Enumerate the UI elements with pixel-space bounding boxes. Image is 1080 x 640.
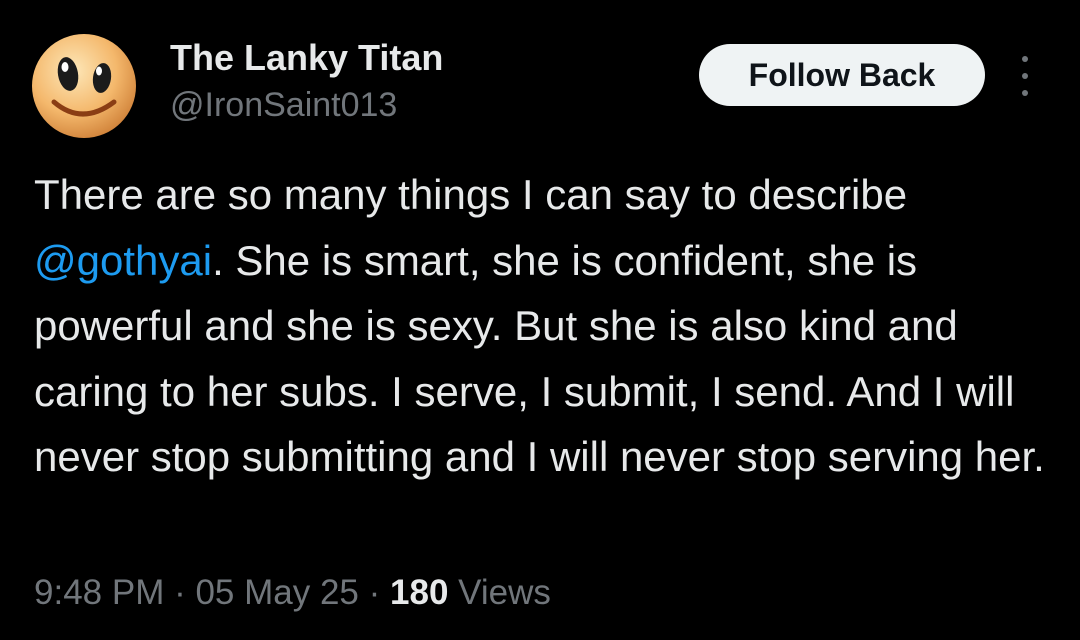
tweet-text-before-mention: There are so many things I can say to de… [34,171,908,218]
menu-dot [1022,90,1028,96]
meta-separator: · [164,573,196,612]
views-label: Views [458,573,551,612]
views-count: 180 [390,573,449,612]
menu-dot [1022,56,1028,62]
meta-separator: · [358,573,391,612]
tweet-date[interactable]: 05 May 25 [195,573,358,612]
author-display-name[interactable]: The Lanky Titan [170,36,443,80]
author-handle[interactable]: @IronSaint013 [170,84,397,126]
mention-link[interactable]: @gothyai [34,237,212,284]
tweet-time[interactable]: 9:48 PM [34,573,164,612]
cartoon-face-avatar-icon [32,34,136,138]
avatar[interactable] [32,34,136,138]
follow-back-button[interactable]: Follow Back [699,44,985,106]
tweet-text: There are so many things I can say to de… [34,162,1054,490]
menu-dot [1022,73,1028,79]
tweet-meta: 9:48 PM · 05 May 25 · 180 Views [34,570,551,616]
more-options-icon[interactable] [1010,56,1040,96]
